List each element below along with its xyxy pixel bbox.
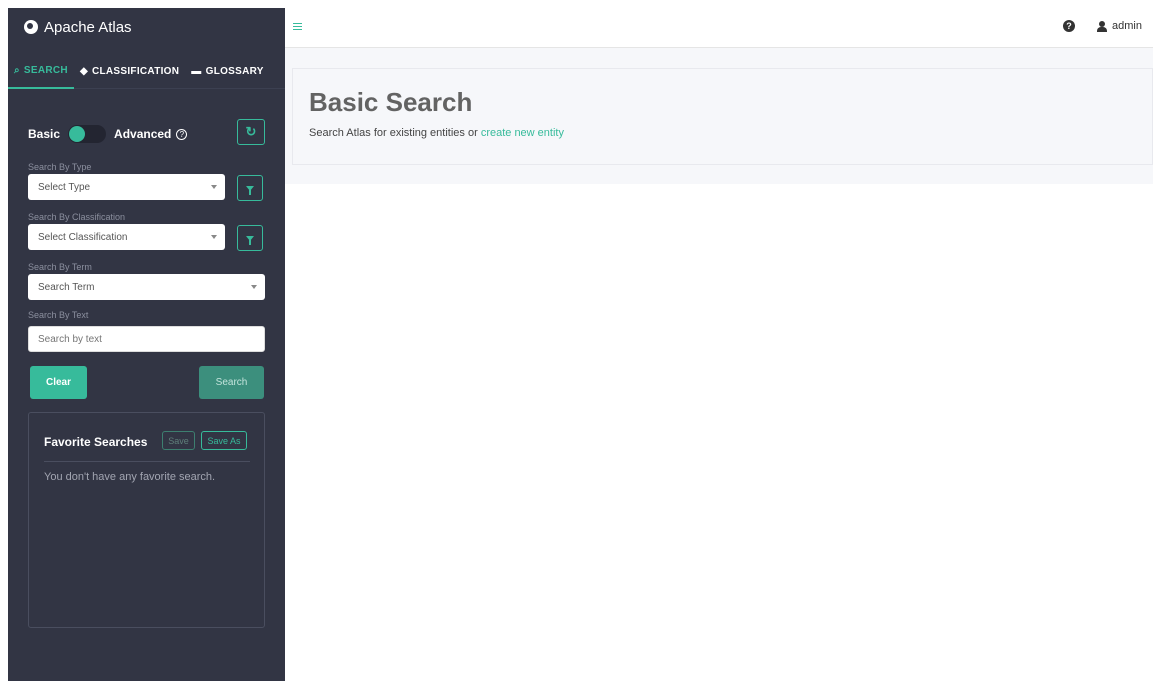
subtitle-text: Search Atlas for existing entities or [309,127,481,139]
classification-select[interactable]: Select Classification [28,224,225,250]
tab-search[interactable]: ⌕ SEARCH [8,55,74,89]
save-favorite-button[interactable]: Save [162,431,195,450]
sidebar: Apache Atlas ⌕ SEARCH ◆ CLASSIFICATION ▬… [8,8,285,681]
tab-classification[interactable]: ◆ CLASSIFICATION [74,55,185,89]
app-title: Apache Atlas [44,18,132,36]
term-select[interactable]: Search Term [28,274,265,300]
user-icon [1097,20,1107,32]
app-root: Apache Atlas ⌕ SEARCH ◆ CLASSIFICATION ▬… [0,0,1153,681]
filter-icon [246,185,254,195]
top-bar: ? admin [285,8,1153,48]
search-mode-row: Basic Advanced ? ↻ [28,119,265,146]
basic-label: Basic [28,127,61,141]
page-subtitle: Search Atlas for existing entities or cr… [309,127,564,139]
type-filter-button[interactable] [237,175,263,201]
favorite-searches-header: Favorite Searches Save Save As [44,431,250,462]
classification-filter-button[interactable] [237,225,263,251]
type-label: Search By Type [28,162,92,172]
refresh-icon: ↻ [245,124,257,139]
tab-glossary[interactable]: ▬ GLOSSARY [185,55,269,89]
tag-icon: ◆ [79,66,88,77]
type-select[interactable]: Select Type [28,174,225,200]
term-label: Search By Term [28,262,92,272]
favorite-searches-title: Favorite Searches [44,435,148,449]
text-label: Search By Text [28,310,89,320]
type-select-value: Select Type [38,181,91,193]
classification-label: Search By Classification [28,212,126,222]
term-select-value: Search Term [38,281,95,293]
search-icon: ⌕ [14,65,20,76]
search-button[interactable]: Search [199,366,264,399]
help-icon[interactable]: ? [1063,20,1075,32]
favorite-empty-text: You don't have any favorite search. [44,471,216,483]
tab-classification-label: CLASSIFICATION [91,66,180,77]
filter-icon [246,235,254,245]
create-entity-link[interactable]: create new entity [481,127,564,139]
clear-button[interactable]: Clear [30,366,87,399]
folder-icon: ▬ [191,66,202,77]
globe-icon [24,20,38,34]
search-mode-toggle[interactable] [68,125,107,143]
refresh-button[interactable]: ↻ [237,119,265,145]
page-title: Basic Search [309,87,473,117]
question-circle-icon[interactable]: ? [176,128,188,140]
caret-down-icon [211,185,217,189]
username: admin [1112,20,1142,32]
tab-glossary-label: GLOSSARY [205,66,264,77]
save-as-favorite-button[interactable]: Save As [201,431,247,450]
sidebar-tabs: ⌕ SEARCH ◆ CLASSIFICATION ▬ GLOSSARY [8,55,285,89]
caret-down-icon [251,285,257,289]
favorite-searches-panel: Favorite Searches Save Save As You don't… [28,412,265,628]
search-header-panel: Basic Search Search Atlas for existing e… [292,68,1153,165]
user-menu[interactable]: admin [1097,20,1142,32]
advanced-label: Advanced [114,127,172,141]
caret-down-icon [211,235,217,239]
tab-search-label: SEARCH [23,65,68,76]
hamburger-menu-icon[interactable] [293,23,302,30]
search-text-input[interactable] [28,326,265,352]
classification-select-value: Select Classification [38,231,128,243]
brand[interactable]: Apache Atlas [8,8,285,46]
toggle-knob [69,126,86,142]
